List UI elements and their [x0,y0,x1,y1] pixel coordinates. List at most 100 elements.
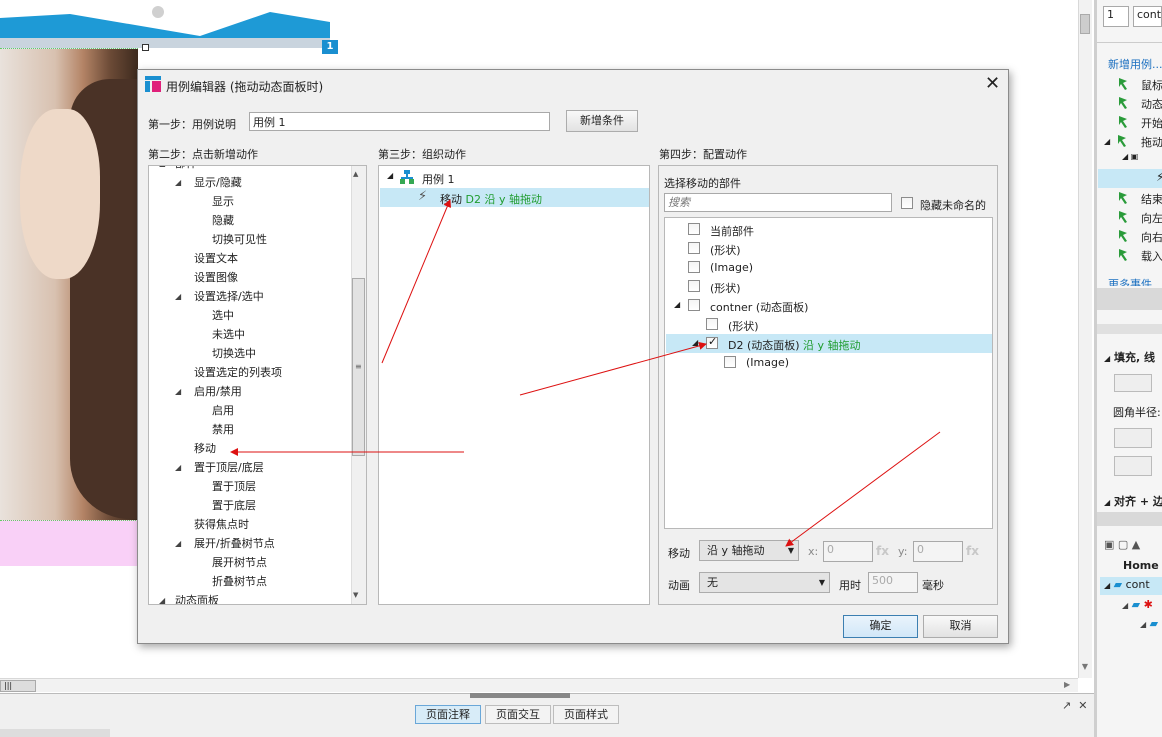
action-tree-label: 移动 [194,442,216,455]
canvas-vertical-scrollbar[interactable] [1078,0,1092,678]
expand-arrow-icon[interactable]: ◢ [159,592,165,604]
widget-checkbox[interactable] [688,242,700,254]
event-item-label[interactable]: 鼠标 [1141,77,1162,93]
more-events-link[interactable]: 更多事件 [1108,276,1152,286]
case-expand-icon[interactable]: ◢ [387,171,393,180]
case-name-input[interactable]: 用例 1 [249,112,550,131]
event-item-label[interactable]: 开始 [1141,115,1162,131]
page-name-field[interactable]: contr [1133,6,1162,27]
duration-input[interactable]: 500 [868,572,918,593]
ok-button[interactable]: 确定 [843,615,918,638]
expand-arrow-icon[interactable]: ◢ [692,338,698,347]
tab-page-notes[interactable]: 页面注释 [415,705,481,724]
page-number-field[interactable]: 1 [1103,6,1129,27]
animation-select[interactable]: 无 ▼ [699,572,830,593]
event-item-label[interactable]: 向右 [1141,229,1162,245]
tab-page-style[interactable]: 页面样式 [553,705,619,724]
action-tree-label: 置于顶层 [212,480,256,493]
event-icon [1117,134,1131,148]
add-condition-button[interactable]: 新增条件 [566,110,638,132]
widget-checkbox[interactable] [688,280,700,292]
panel-splitter[interactable] [470,693,570,698]
event-item-label[interactable]: 向左 [1141,210,1162,226]
outline-home[interactable]: Home [1123,559,1159,572]
widget-list-item[interactable]: (Image) [710,261,753,274]
expand-arrow-icon[interactable]: ◢ [159,166,165,173]
event-item-label[interactable]: 载入 [1141,248,1162,264]
outline-cont-item[interactable]: ◢ ▰ cont [1104,578,1150,591]
widget-checkbox[interactable] [706,335,718,349]
move-type-select[interactable]: 沿 y 轴拖动 ▼ [699,540,799,561]
dialog-close-icon[interactable]: ✕ [985,75,1000,93]
expand-arrow-icon[interactable]: ◢ [175,383,181,401]
widget-number-badge: 1 [322,40,338,54]
expand-arrow-icon[interactable]: ◢ [175,535,181,553]
widget-checkbox[interactable] [724,356,736,368]
selected-event-action[interactable]: ⚡ [1098,169,1162,188]
event-icon [1118,96,1132,110]
widget-list-item[interactable]: (形状) [728,318,759,334]
expand-arrow-icon[interactable]: ◢ [175,174,181,192]
move-label: 移动 [668,547,690,560]
line-style-picker[interactable] [1114,456,1152,476]
expand-arrow-icon[interactable]: ◢ [175,459,181,477]
expand-arrow-icon[interactable]: ◢ [175,288,181,306]
fill-line-section[interactable]: ◢ 填充, 线 [1104,349,1155,365]
resize-handle[interactable] [142,44,149,51]
align-section[interactable]: ◢ 对齐 + 边 [1104,493,1162,509]
widget-list-item[interactable]: (Image) [746,356,789,369]
widget-search-input[interactable] [664,193,892,212]
outline-child-icon[interactable]: ◢ ▰ ✱ [1122,598,1153,611]
action-tree-label: 显示/隐藏 [194,176,242,189]
action-tree-label: 置于底层 [212,499,256,512]
outline-toolbar[interactable]: ▣ ▢ ▲ [1104,538,1140,551]
action-tree-label: 设置选择/选中 [194,290,264,303]
outline-grandchild-icon[interactable]: ◢ ▰ [1140,617,1158,630]
widget-checkbox[interactable] [688,223,700,235]
bottom-field [0,729,110,737]
hide-unnamed-checkbox[interactable] [901,197,913,209]
scroll-up-arrow-icon[interactable]: ▲ [353,170,358,178]
expand-arrow-icon[interactable]: ◢ [1104,137,1110,146]
y-input[interactable]: 0 [913,541,963,562]
event-item-label[interactable]: 动态 [1141,96,1162,112]
scroll-down-arrow-icon[interactable]: ▼ [1080,662,1090,672]
expand-arrow-icon[interactable]: ◢ [674,300,680,309]
widget-list-item[interactable]: D2 (动态面板) 沿 y 轴拖动 [728,337,861,353]
fill-color-picker[interactable] [1114,374,1152,392]
image-widget[interactable] [0,48,138,520]
section-header [1097,288,1162,310]
step4-label: 第四步：配置动作 [659,148,747,161]
bottom-panel-controls[interactable]: ↗ ✕ [1062,699,1087,712]
x-input[interactable]: 0 [823,541,873,562]
action-tree-label: 隐藏 [212,214,234,227]
close-icon[interactable]: ✕ [1078,699,1087,712]
event-item-label[interactable]: 结束 [1141,191,1162,207]
widget-list-item[interactable]: 当前部件 [710,223,754,239]
widget-list-item[interactable]: (形状) [710,280,741,296]
organize-action-text[interactable]: 移动 D2 沿 y 轴拖动 [440,191,542,207]
new-case-link[interactable]: 新增用例... [1108,56,1162,72]
animation-label: 动画 [668,579,690,592]
scroll-right-arrow-icon[interactable]: ▶ [1064,680,1076,690]
widget-checkbox[interactable] [688,299,700,311]
widget-checkbox[interactable] [688,261,700,273]
vertical-scroll-thumb[interactable] [1080,14,1090,34]
action-tree-label: 切换可见性 [212,233,267,246]
banner-widget [0,0,330,40]
line-color-picker[interactable] [1114,428,1152,448]
organize-case-label[interactable]: 用例 1 [422,171,455,187]
pin-icon[interactable]: ↗ [1062,699,1071,712]
cancel-button[interactable]: 取消 [923,615,998,638]
y-fx-button[interactable]: fx [966,544,979,558]
event-sub-case[interactable]: ◢ ▣ [1122,152,1138,161]
tab-page-interactions[interactable]: 页面交互 [485,705,551,724]
horizontal-scroll-thumb[interactable]: ||| [0,680,36,692]
widget-list-item[interactable]: contner (动态面板) [710,299,808,315]
event-item-label[interactable]: 拖动 [1141,134,1162,150]
scroll-down-arrow-icon[interactable]: ▼ [353,591,358,599]
widget-checkbox[interactable] [706,318,718,330]
widget-list-item[interactable]: (形状) [710,242,741,258]
x-fx-button[interactable]: fx [876,544,889,558]
canvas-horizontal-scrollbar[interactable] [0,678,1078,692]
